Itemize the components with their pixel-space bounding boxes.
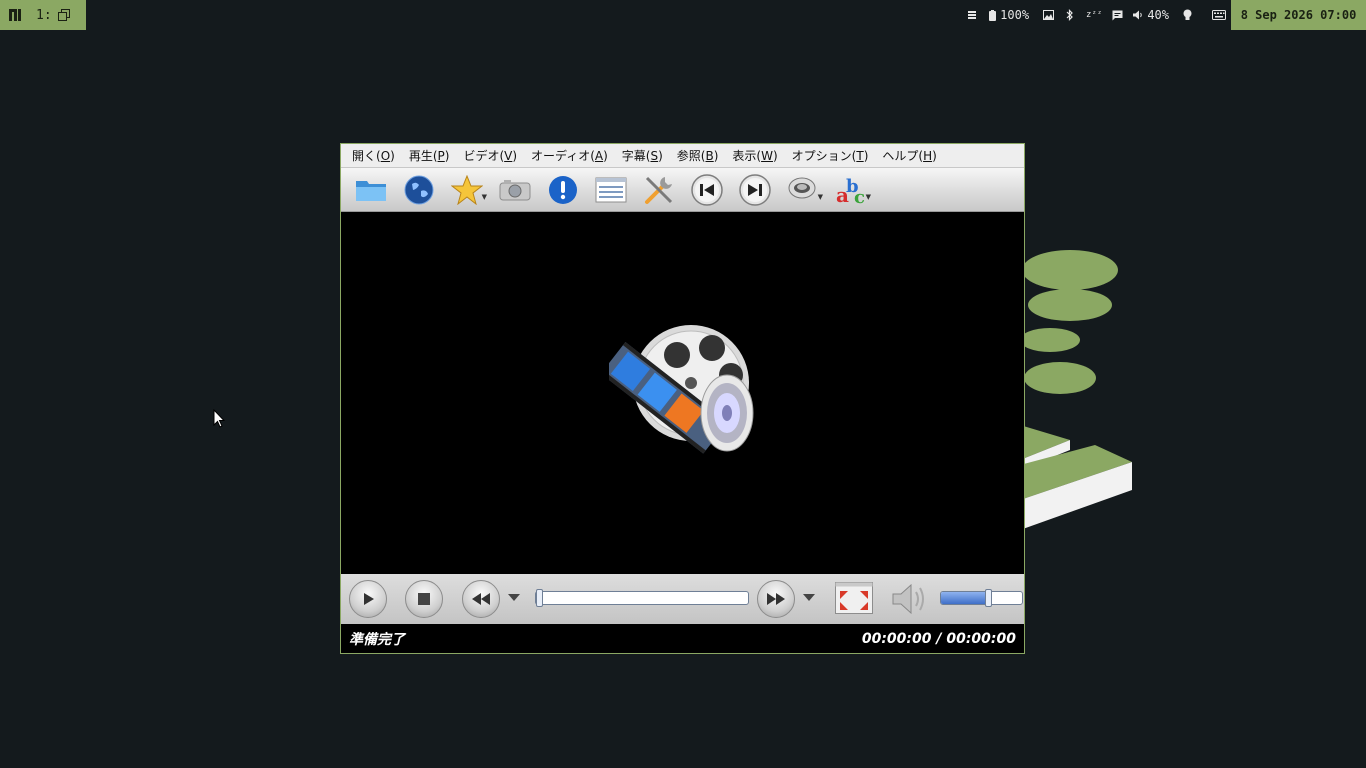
- volume-handle[interactable]: [984, 589, 992, 607]
- main-toolbar: ▼ ▼ abc ▼: [341, 168, 1024, 212]
- bluetooth-icon[interactable]: [1066, 9, 1074, 21]
- sleep-icon[interactable]: zᶻᶻ: [1086, 10, 1102, 20]
- volume-fill: [941, 592, 988, 604]
- rewind-icon: [472, 593, 490, 605]
- globe-icon: [404, 175, 434, 204]
- folder-icon: [356, 180, 386, 201]
- status-bar: 準備完了 00:00:00 / 00:00:00: [341, 624, 1024, 653]
- rewind-button[interactable]: [462, 580, 500, 618]
- desktop: 1: 100% zᶻᶻ 40% 8 Sep 2026 07:00 開く(O) 再…: [0, 0, 1366, 768]
- mute-button[interactable]: [889, 580, 929, 618]
- battery-icon[interactable]: [989, 9, 997, 21]
- menu-audio[interactable]: オーディオ(A): [524, 147, 615, 164]
- svg-text:c: c: [854, 187, 865, 206]
- status-text: 準備完了: [349, 631, 405, 648]
- menu-bar: 開く(O) 再生(P) ビデオ(V) オーディオ(A) 字幕(S) 参照(B) …: [341, 144, 1024, 168]
- window-icon: [57, 9, 70, 21]
- menu-view[interactable]: 表示(W): [725, 147, 784, 164]
- workspace-indicator[interactable]: 1:: [0, 0, 86, 30]
- chevron-down-icon: ▼: [865, 192, 871, 201]
- play-button[interactable]: [349, 580, 387, 618]
- speaker-icon: [788, 177, 816, 198]
- previous-button[interactable]: [683, 170, 731, 210]
- workspace-label: 1:: [36, 7, 52, 23]
- menu-subtitles[interactable]: 字幕(S): [615, 147, 670, 164]
- chevron-down-icon: ▼: [817, 192, 823, 201]
- skip-back-icon: [691, 173, 723, 206]
- fullscreen-button[interactable]: [835, 582, 873, 614]
- volume-slider[interactable]: [940, 589, 1023, 607]
- open-folder-button[interactable]: [347, 170, 395, 210]
- menu-options[interactable]: オプション(T): [785, 147, 876, 164]
- image-icon[interactable]: [1043, 10, 1055, 20]
- volume-icon[interactable]: [1133, 10, 1143, 20]
- fullscreen-icon: [835, 582, 873, 614]
- volume-level: 40%: [1147, 8, 1169, 22]
- fast-forward-button[interactable]: [757, 580, 795, 618]
- video-area[interactable]: [341, 212, 1024, 574]
- menu-open[interactable]: 開く(O): [345, 147, 402, 164]
- battery-level: 100%: [1000, 8, 1030, 22]
- media-player-window: 開く(O) 再生(P) ビデオ(V) オーディオ(A) 字幕(S) 参照(B) …: [340, 143, 1025, 654]
- camera-icon: [499, 179, 531, 200]
- manjaro-logo-icon: [9, 9, 21, 21]
- star-icon: [451, 174, 483, 205]
- forward-options-icon[interactable]: [803, 594, 815, 601]
- volume-speaker-icon: [892, 583, 924, 615]
- notification-icon[interactable]: [1112, 10, 1123, 21]
- chevron-down-icon: ▼: [481, 192, 487, 201]
- keyboard-icon[interactable]: [1212, 10, 1226, 20]
- play-icon: [364, 593, 374, 605]
- seek-bar[interactable]: [535, 589, 749, 607]
- memory-icon[interactable]: [967, 10, 978, 20]
- control-bar: [341, 574, 1024, 624]
- top-panel: 1: 100% zᶻᶻ 40% 8 Sep 2026 07:00: [0, 0, 1366, 30]
- menu-play[interactable]: 再生(P): [402, 147, 457, 164]
- info-button[interactable]: [539, 170, 587, 210]
- playlist-button[interactable]: [587, 170, 635, 210]
- stop-icon: [418, 593, 430, 605]
- tools-icon: [645, 176, 673, 204]
- audio-track-button[interactable]: ▼: [779, 170, 827, 210]
- menu-help[interactable]: ヘルプ(H): [875, 147, 943, 164]
- menu-video[interactable]: ビデオ(V): [456, 147, 524, 164]
- playlist-icon: [595, 177, 627, 202]
- favorites-button[interactable]: ▼: [443, 170, 491, 210]
- screenshot-button[interactable]: [491, 170, 539, 210]
- time-display: 00:00:00 / 00:00:00: [861, 630, 1016, 647]
- subtitles-abc-icon: abc: [836, 176, 865, 206]
- next-button[interactable]: [731, 170, 779, 210]
- system-tray: 100% zᶻᶻ 40%: [967, 0, 1230, 30]
- skip-forward-icon: [739, 173, 771, 206]
- rewind-options-icon[interactable]: [508, 594, 520, 601]
- stop-button[interactable]: [405, 580, 443, 618]
- clock[interactable]: 8 Sep 2026 07:00: [1231, 0, 1366, 30]
- exclamation-icon: [549, 175, 577, 204]
- mouse-cursor-icon: [213, 409, 225, 428]
- smplayer-logo-icon: [609, 325, 754, 454]
- preferences-button[interactable]: [635, 170, 683, 210]
- lightbulb-icon[interactable]: [1183, 9, 1192, 21]
- fast-forward-icon: [767, 593, 785, 605]
- menu-browse[interactable]: 参照(B): [670, 147, 726, 164]
- seek-handle[interactable]: [536, 589, 543, 607]
- open-url-button[interactable]: [395, 170, 443, 210]
- subtitle-track-button[interactable]: abc ▼: [827, 170, 875, 210]
